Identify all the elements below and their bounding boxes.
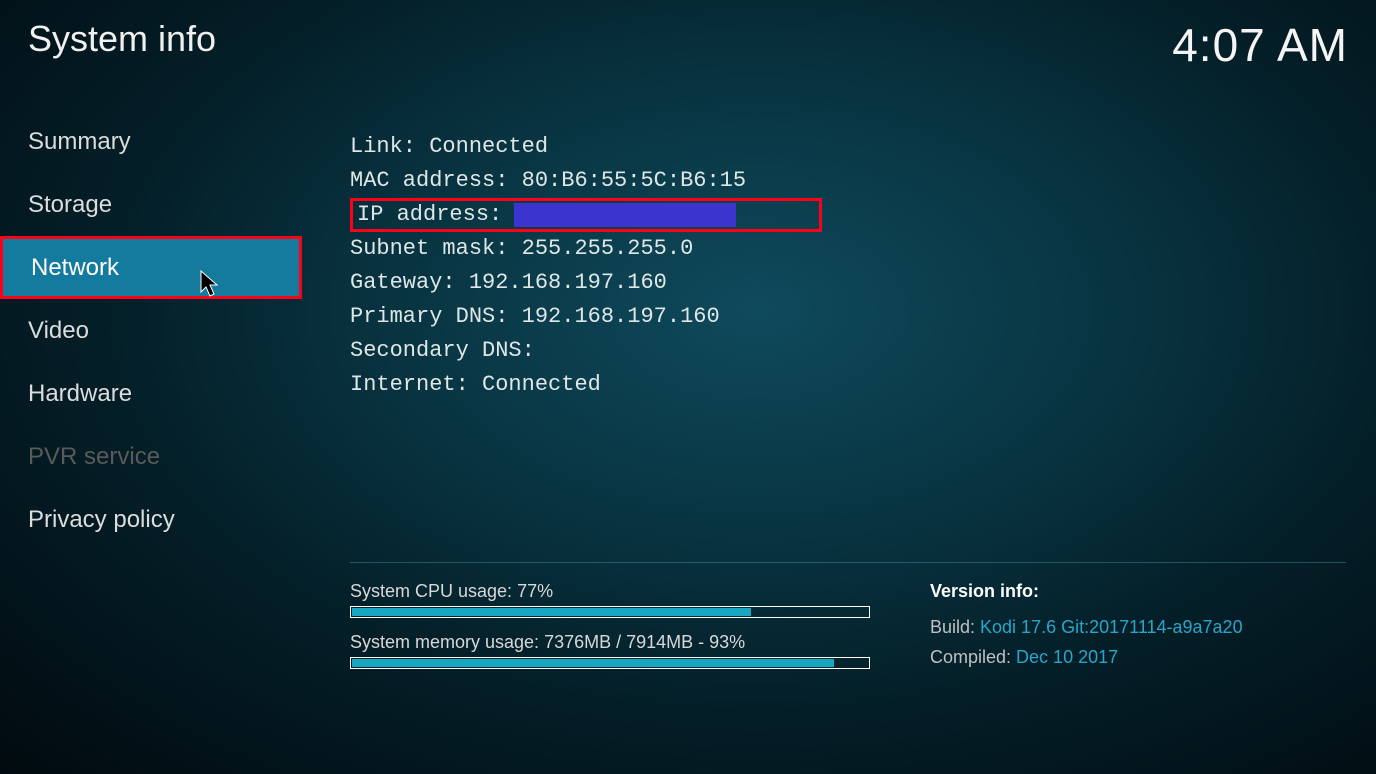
sidebar: Summary Storage Network Video Hardware P… [0, 110, 302, 551]
sidebar-item-summary[interactable]: Summary [0, 110, 302, 173]
sidebar-item-video[interactable]: Video [0, 299, 302, 362]
footer-divider [350, 562, 1346, 563]
dns1-row: Primary DNS: 192.168.197.160 [350, 300, 1346, 334]
sidebar-item-pvr-service: PVR service [0, 425, 302, 488]
memory-usage-bar [350, 657, 870, 669]
internet-row: Internet: Connected [350, 368, 1346, 402]
subnet-row: Subnet mask: 255.255.255.0 [350, 232, 1346, 266]
build-row: Build: Kodi 17.6 Git:20171114-a9a7a20 [930, 612, 1243, 642]
memory-usage-label: System memory usage: 7376MB / 7914MB - 9… [350, 632, 870, 653]
ip-row-wrap: IP address: [350, 198, 1346, 232]
sidebar-item-network[interactable]: Network [0, 236, 302, 299]
cpu-usage-bar [350, 606, 870, 618]
main-panel: Link: Connected MAC address: 80:B6:55:5C… [350, 130, 1346, 683]
version-block: Version info: Build: Kodi 17.6 Git:20171… [930, 581, 1243, 683]
link-row: Link: Connected [350, 130, 1346, 164]
ip-row: IP address: [350, 198, 822, 232]
usage-block: System CPU usage: 77% System memory usag… [350, 581, 870, 683]
version-info-title: Version info: [930, 581, 1243, 602]
dns2-row: Secondary DNS: [350, 334, 1346, 368]
cpu-usage-label: System CPU usage: 77% [350, 581, 870, 602]
mac-row: MAC address: 80:B6:55:5C:B6:15 [350, 164, 1346, 198]
clock: 4:07 AM [1172, 18, 1348, 72]
compiled-row: Compiled: Dec 10 2017 [930, 642, 1243, 672]
page-title: System info [28, 18, 216, 60]
sidebar-item-hardware[interactable]: Hardware [0, 362, 302, 425]
sidebar-item-privacy-policy[interactable]: Privacy policy [0, 488, 302, 551]
ip-redacted [514, 203, 736, 227]
sidebar-item-storage[interactable]: Storage [0, 173, 302, 236]
header: System info 4:07 AM [0, 0, 1376, 80]
gateway-row: Gateway: 192.168.197.160 [350, 266, 1346, 300]
footer: System CPU usage: 77% System memory usag… [350, 581, 1346, 683]
